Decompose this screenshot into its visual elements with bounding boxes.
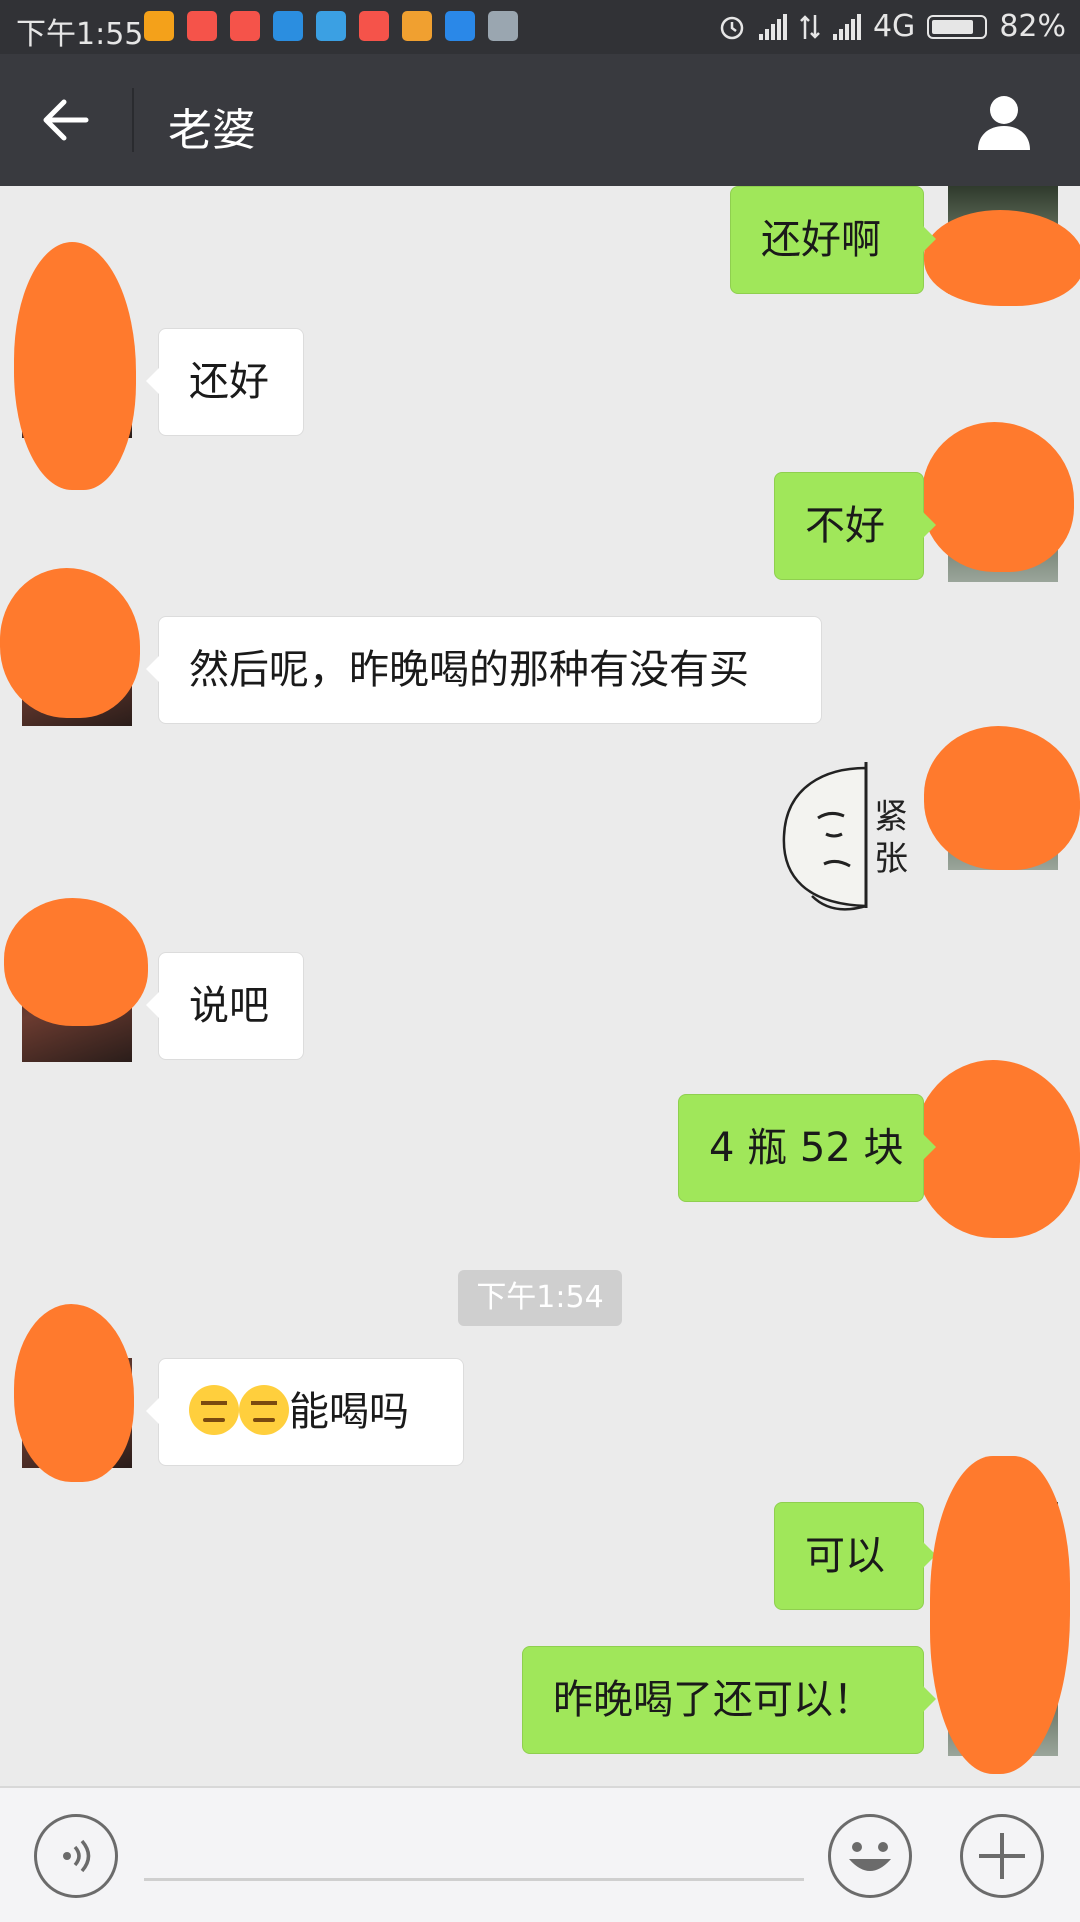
sticker-message[interactable]: 紧张 (766, 756, 926, 916)
status-right: 4G 82% (717, 9, 1066, 44)
message-bubble-out[interactable]: 可以 (774, 1502, 936, 1610)
upload-icon (316, 11, 346, 41)
message-bubble-out[interactable]: 还好啊 (730, 186, 936, 294)
person-icon[interactable] (972, 90, 1036, 154)
header-divider (132, 88, 134, 152)
status-time: 下午1:55 (16, 17, 144, 52)
sweat-face-emoji (189, 1385, 239, 1435)
voice-button[interactable] (34, 1814, 118, 1898)
message-bubble-out[interactable]: 昨晚喝了还可以！ (522, 1646, 936, 1754)
back-arrow-icon[interactable] (36, 92, 96, 148)
redaction-mark (14, 1304, 134, 1482)
data-transfer-icon (800, 14, 820, 39)
message-bubble-out[interactable]: 4 瓶 52 块 (678, 1094, 936, 1202)
cleaner-icon (402, 11, 432, 41)
taobao-icon (144, 11, 174, 41)
more-button[interactable] (960, 1814, 1044, 1898)
signal-icon (758, 13, 787, 40)
suning-icon (187, 11, 217, 41)
network-type: 4G (872, 9, 916, 44)
battery-fill (932, 19, 974, 34)
message-bubble-in[interactable]: 还好 (146, 328, 304, 436)
suning-icon (359, 11, 389, 41)
message-bubble-in[interactable]: 能喝吗 (146, 1358, 464, 1466)
redaction-mark (14, 242, 136, 490)
message-timestamp: 下午1:54 (458, 1270, 622, 1326)
signal-icon (832, 13, 861, 40)
redaction-mark (924, 210, 1080, 306)
sticker-caption: 紧张 (874, 797, 908, 879)
browser-icon (445, 11, 475, 41)
message-bubble-in[interactable]: 说吧 (146, 952, 304, 1060)
redaction-mark (924, 726, 1080, 870)
sweat-face-emoji (239, 1385, 289, 1435)
redaction-mark (922, 422, 1074, 572)
suning-icon (230, 11, 260, 41)
message-list[interactable]: 还好啊 还好 不好 然后呢，昨晚喝的那种有没有买 紧张 说吧 4 瓶 52 块 … (0, 186, 1080, 1786)
battery-percent: 82% (999, 9, 1066, 44)
notes-icon (488, 11, 518, 41)
chat-header: 老婆 (0, 54, 1080, 186)
redaction-mark (914, 1060, 1080, 1238)
status-bar: 下午1:55 4G 82% (0, 0, 1080, 54)
alarm-icon (720, 16, 744, 39)
message-bubble-out[interactable]: 不好 (774, 472, 936, 580)
notification-icons (144, 11, 518, 41)
redaction-mark (0, 568, 140, 718)
plus-icon (979, 1833, 1025, 1879)
battery-icon (927, 14, 988, 39)
message-input[interactable] (144, 1878, 804, 1881)
message-bubble-in[interactable]: 然后呢，昨晚喝的那种有没有买 (146, 616, 822, 724)
voice-icon (63, 1839, 91, 1873)
redaction-mark (4, 898, 148, 1026)
emoji-button[interactable] (828, 1814, 912, 1898)
redaction-mark (930, 1456, 1070, 1774)
chat-title: 老婆 (168, 105, 256, 156)
input-bar (0, 1786, 1080, 1922)
wifi-share-icon (273, 11, 303, 41)
smiley-icon (849, 1842, 891, 1871)
